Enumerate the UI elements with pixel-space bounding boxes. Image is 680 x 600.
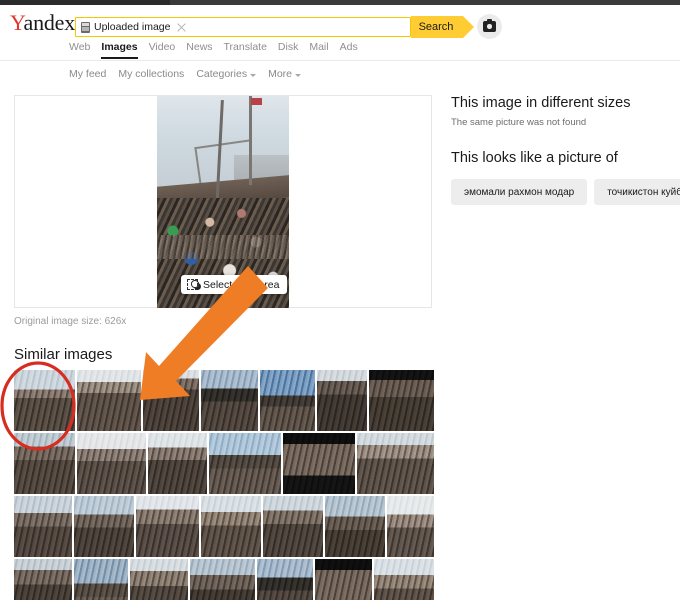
tag-chip-list: эмомали рахмон модар точикистон куйбеш <box>451 179 680 205</box>
photo-flagpole <box>249 96 252 186</box>
close-icon[interactable] <box>176 22 187 33</box>
similar-thumbnail[interactable] <box>14 370 75 431</box>
nav-item-translate[interactable]: Translate <box>224 41 267 59</box>
similar-thumbnail[interactable] <box>357 433 435 494</box>
similar-thumbnail[interactable] <box>76 370 141 431</box>
subnav-item-my-collections[interactable]: My collections <box>118 68 184 80</box>
similar-thumbnail[interactable] <box>317 370 368 431</box>
service-nav: Web Images Video News Translate Disk Mai… <box>0 41 680 60</box>
subnav-item-categories[interactable]: Categories <box>196 68 257 80</box>
tag-chip-1[interactable]: эмомали рахмон модар <box>451 179 588 205</box>
subnav-item-my-feed[interactable]: My feed <box>69 68 106 80</box>
crop-select-icon <box>187 279 199 290</box>
similar-images-row <box>14 559 434 600</box>
same-picture-note: The same picture was not found <box>451 117 587 128</box>
select-crop-area-button[interactable]: Select crop area <box>181 275 288 294</box>
similar-thumbnail[interactable] <box>73 559 128 600</box>
subnav-label-categories: Categories <box>196 68 248 80</box>
search-button[interactable]: Search <box>411 16 463 38</box>
nav-item-web[interactable]: Web <box>69 41 90 59</box>
similar-images-heading: Similar images <box>14 346 113 363</box>
similar-thumbnail[interactable] <box>201 370 259 431</box>
photo-flag <box>250 98 262 106</box>
search-input[interactable] <box>190 18 410 36</box>
service-nav-items: Web Images Video News Translate Disk Mai… <box>69 41 358 59</box>
tag-chip-2[interactable]: точикистон куйбеш <box>594 179 680 205</box>
uploaded-image-icon <box>81 21 90 33</box>
logo-letter-y: Y <box>10 10 24 35</box>
select-crop-area-label: Select crop area <box>203 278 280 291</box>
nav-item-disk[interactable]: Disk <box>278 41 298 59</box>
subnav-label-more: More <box>268 68 293 80</box>
nav-item-images[interactable]: Images <box>101 41 138 59</box>
chevron-down-icon <box>295 73 302 77</box>
similar-thumbnail[interactable] <box>189 559 255 600</box>
similar-thumbnail[interactable] <box>209 433 282 494</box>
similar-thumbnail[interactable] <box>314 559 373 600</box>
looks-like-heading: This looks like a picture of <box>451 150 618 166</box>
similar-thumbnail[interactable] <box>14 433 76 494</box>
similar-images-row <box>14 370 435 431</box>
nav-divider <box>0 60 680 61</box>
similar-images-grid <box>14 370 435 600</box>
similar-thumbnail[interactable] <box>136 496 199 557</box>
similar-thumbnail[interactable] <box>14 559 72 600</box>
right-panel: This image in different sizes The same p… <box>451 94 680 205</box>
original-image-size: Original image size: 626x <box>14 316 127 327</box>
yandex-images-page: Yandex Uploaded image Search Web Images … <box>0 0 680 600</box>
similar-thumbnail[interactable] <box>283 433 356 494</box>
different-sizes-heading: This image in different sizes <box>451 95 631 111</box>
uploaded-image-chip[interactable]: Uploaded image <box>77 18 190 36</box>
similar-thumbnail[interactable] <box>200 496 261 557</box>
uploaded-image-label: Uploaded image <box>94 21 171 33</box>
yandex-logo[interactable]: Yandex <box>10 12 75 34</box>
similar-thumbnail[interactable] <box>262 496 323 557</box>
site-header: Yandex Uploaded image Search <box>0 5 680 39</box>
similar-images-row <box>14 496 435 557</box>
nav-item-news[interactable]: News <box>186 41 212 59</box>
similar-thumbnail[interactable] <box>374 559 434 600</box>
similar-thumbnail[interactable] <box>142 370 200 431</box>
similar-thumbnail[interactable] <box>14 496 73 557</box>
sub-nav: My feed My collections Categories More <box>69 68 302 80</box>
similar-thumbnail[interactable] <box>148 433 208 494</box>
similar-thumbnail[interactable] <box>256 559 313 600</box>
nav-item-mail[interactable]: Mail <box>309 41 328 59</box>
camera-icon <box>483 19 496 32</box>
nav-item-video[interactable]: Video <box>149 41 176 59</box>
subnav-label-my-feed: My feed <box>69 68 107 80</box>
similar-images-row <box>14 433 435 494</box>
similar-thumbnail[interactable] <box>387 496 435 557</box>
search-bar[interactable]: Uploaded image <box>75 17 411 37</box>
chevron-down-icon <box>250 73 257 77</box>
similar-thumbnail[interactable] <box>74 496 135 557</box>
subnav-label-my-collections: My collections <box>118 68 185 80</box>
camera-search-button[interactable] <box>477 14 502 39</box>
similar-thumbnail[interactable] <box>260 370 316 431</box>
similar-thumbnail[interactable] <box>77 433 147 494</box>
subnav-item-more[interactable]: More <box>268 68 302 80</box>
similar-thumbnail[interactable] <box>369 370 435 431</box>
nav-item-ads[interactable]: Ads <box>340 41 358 59</box>
photo-crowd-midband <box>157 235 289 260</box>
similar-thumbnail[interactable] <box>324 496 386 557</box>
similar-thumbnail[interactable] <box>129 559 188 600</box>
logo-text-rest: andex <box>23 10 76 35</box>
search-button-arrow <box>463 16 474 38</box>
